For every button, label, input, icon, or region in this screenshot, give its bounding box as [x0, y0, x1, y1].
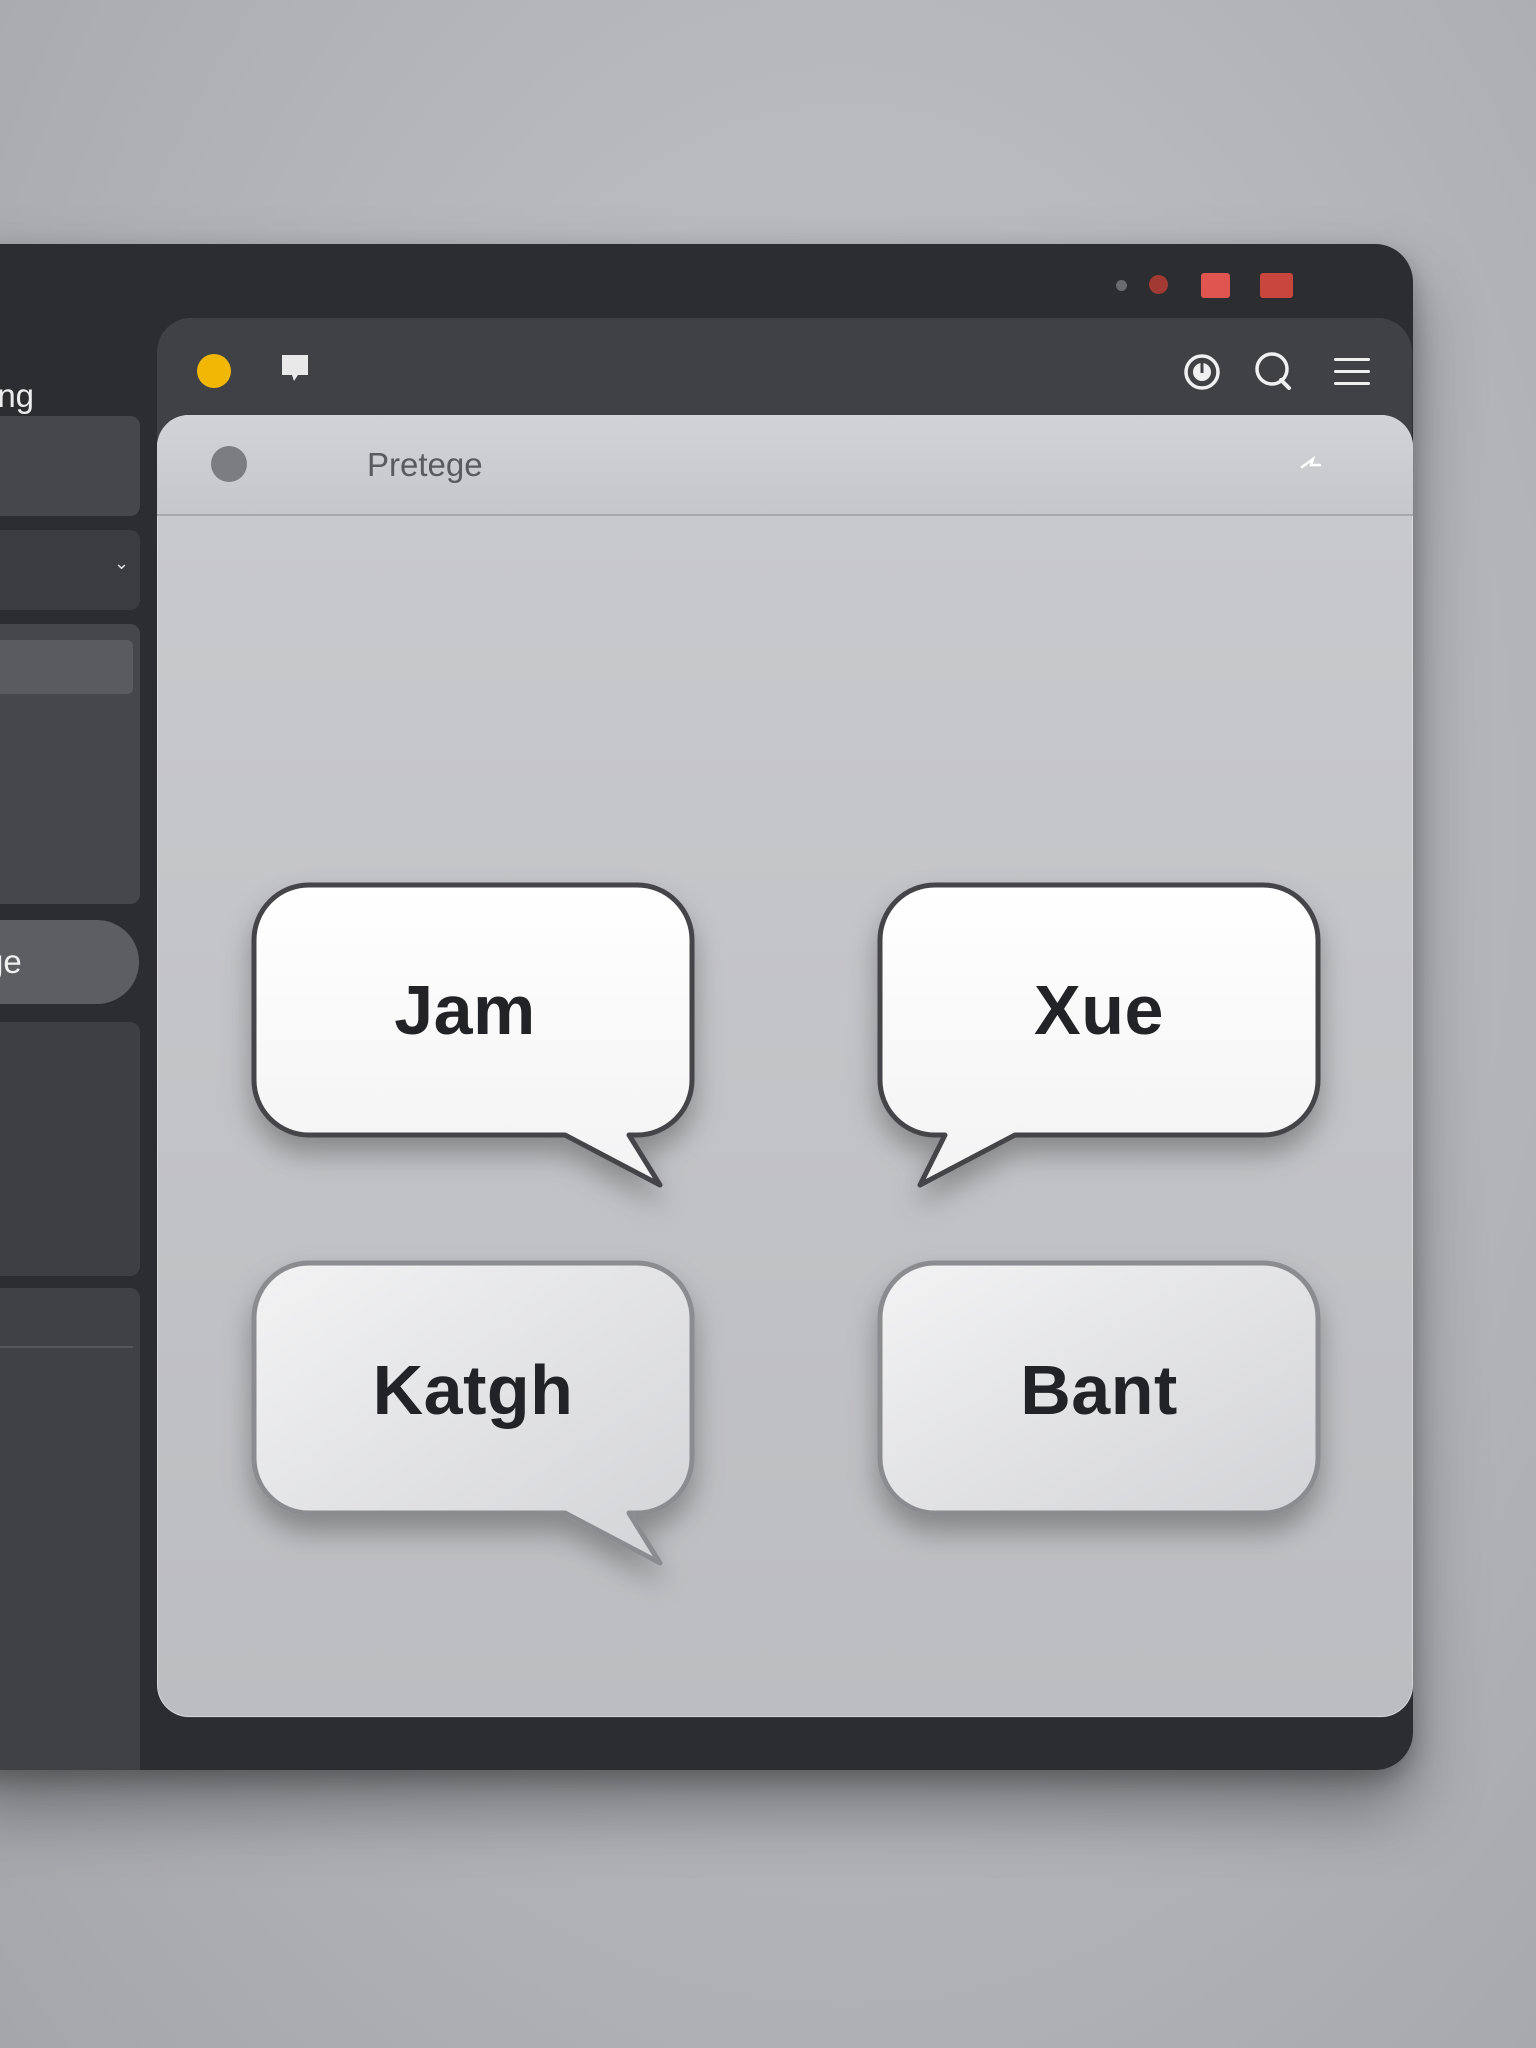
- bubble-label: Xue: [1034, 971, 1164, 1049]
- sidebar-section: [0, 1288, 140, 1770]
- chat-icon[interactable]: [1253, 350, 1295, 392]
- bubble-label: Jam: [394, 971, 536, 1049]
- chevron-down-icon[interactable]: ⌄: [114, 554, 129, 572]
- content-pane: Pretege Jam Xue Katgh Bant: [157, 415, 1413, 1717]
- bubble-label: Katgh: [372, 1351, 574, 1429]
- window-status-dot: [1116, 280, 1127, 291]
- page-title: Pretege: [367, 446, 483, 483]
- sidebar-item-label: ge: [0, 943, 22, 980]
- note-icon[interactable]: [280, 353, 310, 383]
- speech-bubble-jam[interactable]: Jam: [251, 882, 695, 1192]
- bubble-label: Bant: [1020, 1351, 1178, 1429]
- sidebar-list: [0, 624, 140, 904]
- app-window: ing ⌄ ge: [0, 244, 1413, 1770]
- sidebar-list-item[interactable]: [0, 640, 133, 694]
- pin-icon[interactable]: [1299, 453, 1323, 477]
- status-dot[interactable]: [211, 446, 247, 482]
- maximize-button[interactable]: [1201, 273, 1230, 298]
- divider: [0, 1346, 133, 1348]
- speech-bubble-xue[interactable]: Xue: [877, 882, 1321, 1192]
- speech-bubble-katgh[interactable]: Katgh: [251, 1260, 695, 1570]
- sidebar-section[interactable]: [0, 1022, 140, 1276]
- content-header: Pretege: [157, 415, 1413, 516]
- close-button[interactable]: [1260, 273, 1293, 298]
- menu-icon[interactable]: [1333, 356, 1371, 388]
- sidebar-title: ing: [0, 377, 35, 414]
- clock-icon[interactable]: [1183, 353, 1221, 391]
- status-dot-icon[interactable]: [197, 354, 231, 388]
- sidebar: ing ⌄ ge: [0, 304, 140, 1770]
- record-indicator-icon[interactable]: [1149, 275, 1168, 294]
- sidebar-section[interactable]: [0, 416, 140, 516]
- speech-bubble-bant[interactable]: Bant: [877, 1260, 1321, 1520]
